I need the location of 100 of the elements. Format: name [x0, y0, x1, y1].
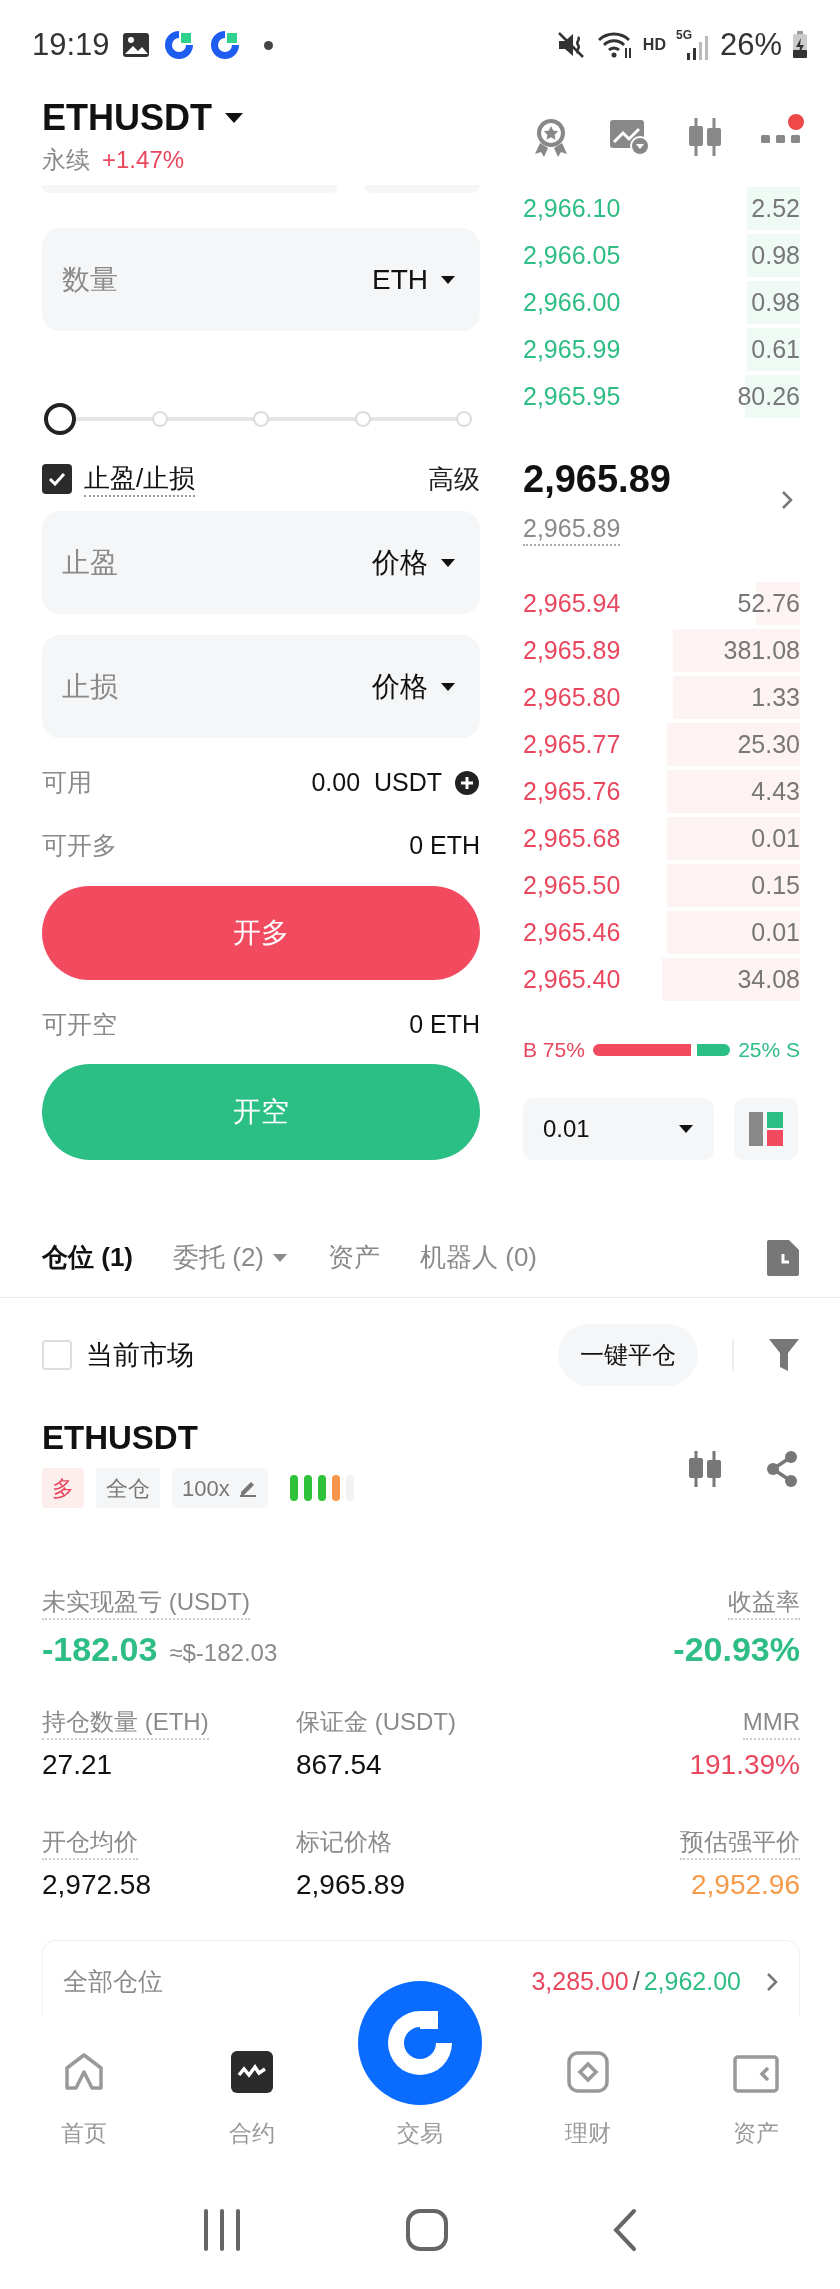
order-book-row[interactable]: 2,965.94 52.76 — [523, 580, 800, 627]
stat-label: MMR — [742, 1706, 800, 1740]
filter-icon[interactable] — [768, 1337, 800, 1373]
advanced-link[interactable]: 高级 — [428, 459, 480, 499]
approx-value: ≈$-182.03 — [169, 1638, 278, 1668]
caret-icon — [678, 1124, 694, 1134]
quantity-text: 0.01 — [751, 916, 800, 948]
recent-apps-icon[interactable] — [201, 2208, 242, 2251]
quantity-text: 0.98 — [751, 286, 800, 318]
order-book-row[interactable]: 2,966.00 0.98 — [523, 279, 800, 326]
sell-ratio-label: 25% S — [738, 1037, 800, 1064]
slider-step — [456, 411, 472, 427]
order-book-row[interactable]: 2,965.89 381.08 — [523, 627, 800, 674]
position-tab[interactable]: 仓位 (1) — [42, 1238, 133, 1277]
order-book-row[interactable]: 2,965.80 1.33 — [523, 674, 800, 721]
pulse-chart-icon — [230, 2049, 274, 2094]
order-book-row[interactable]: 2,965.46 0.01 — [523, 909, 800, 956]
precision-dropdown[interactable]: 0.01 — [523, 1098, 714, 1160]
price-change: +1.47% — [102, 145, 185, 175]
order-book-row[interactable]: 2,965.77 25.30 — [523, 721, 800, 768]
leverage-button[interactable]: 100x — [172, 1468, 268, 1508]
input-field[interactable]: 止损 价格 — [42, 635, 480, 738]
quantity-text: 1.33 — [751, 681, 800, 713]
order-book-row[interactable]: 2,965.99 0.61 — [523, 326, 800, 373]
candlestick-icon[interactable] — [686, 1450, 724, 1488]
symbol-selector[interactable]: ETHUSDT — [42, 96, 244, 140]
quantity-text: 0.98 — [751, 239, 800, 271]
caret-icon — [440, 557, 456, 568]
stat-value: 191.39% — [689, 1748, 800, 1782]
open-short-button[interactable]: 开空 — [42, 1064, 480, 1160]
order-book-row[interactable]: 2,965.68 0.01 — [523, 815, 800, 862]
price-text: 2,965.76 — [523, 775, 621, 807]
stat-value: 2,965.89 — [296, 1868, 405, 1902]
candlestick-icon[interactable] — [686, 116, 724, 158]
nav-tab[interactable]: 合约 — [168, 2015, 336, 2170]
home-button-icon[interactable] — [405, 2207, 449, 2252]
close-all-button[interactable]: 一键平仓 — [558, 1324, 698, 1386]
price-text: 2,966.10 — [523, 192, 621, 224]
checkbox[interactable] — [42, 1340, 72, 1370]
input-field[interactable]: 止盈 价格 — [42, 511, 480, 614]
caret-icon — [440, 274, 456, 285]
quantity-text: 0.61 — [751, 333, 800, 365]
add-icon[interactable] — [454, 770, 480, 796]
price-text: 2,965.68 — [523, 822, 621, 854]
margin-mode-tag: 全仓 — [96, 1468, 160, 1508]
contract-type: 永续 — [42, 145, 90, 175]
position-tab[interactable]: 机器人 (0) — [420, 1238, 537, 1277]
wallet-icon — [732, 2053, 780, 2094]
back-icon[interactable] — [612, 2207, 639, 2252]
order-book-row[interactable]: 2,966.05 0.98 — [523, 232, 800, 279]
more-icon — [760, 134, 802, 144]
caret-icon — [440, 681, 456, 692]
price-text: 2,965.94 — [523, 587, 621, 619]
order-book-row[interactable]: 2,965.50 0.15 — [523, 862, 800, 909]
wifi-icon — [596, 30, 633, 60]
stat-label: 预估强平价 — [680, 1826, 800, 1860]
slider-step — [354, 411, 371, 427]
stat-label: 保证金 (USDT) — [296, 1707, 456, 1737]
input-field[interactable]: 数量 ETH — [42, 228, 480, 331]
info-label: 可用 — [42, 767, 92, 799]
slider-step — [253, 411, 269, 427]
quantity-text: 0.15 — [751, 869, 800, 901]
tpsl-label[interactable]: 止盈/止损 — [84, 461, 196, 497]
unit-selector[interactable]: 价格 — [372, 541, 460, 584]
price-text: 2,965.80 — [523, 681, 621, 713]
nav-tab[interactable]: 理财 — [504, 2015, 672, 2170]
quantity-text: 25.30 — [737, 728, 800, 760]
open-long-button[interactable]: 开多 — [42, 886, 480, 980]
order-book-row[interactable]: 2,965.95 80.26 — [523, 373, 800, 420]
nav-tab[interactable]: 资产 — [672, 2015, 840, 2170]
slider-thumb[interactable] — [44, 403, 76, 435]
stat-label: 未实现盈亏 (USDT) — [42, 1586, 250, 1620]
chart-image-icon[interactable] — [608, 117, 650, 157]
order-book-row[interactable]: 2,965.40 34.08 — [523, 956, 800, 1003]
quantity-text: 4.43 — [751, 775, 800, 807]
position-tab[interactable]: 资产 — [328, 1238, 380, 1277]
stat-label: 收益率 — [728, 1586, 800, 1620]
mark-price: 2,965.89 — [523, 512, 621, 546]
order-book-row[interactable]: 2,966.10 2.52 — [523, 185, 800, 232]
diamond-square-icon — [566, 2049, 610, 2094]
quantity-text: 52.76 — [737, 587, 800, 619]
history-document-icon[interactable] — [766, 1238, 800, 1277]
nav-tab[interactable]: 首页 — [0, 2015, 168, 2170]
current-market-label: 当前市场 — [86, 1338, 194, 1372]
unit-selector[interactable]: ETH — [372, 258, 460, 301]
checkbox[interactable] — [42, 464, 72, 494]
stat-value: 2,972.58 — [42, 1868, 151, 1902]
position-tab[interactable]: 委托 (2) — [173, 1238, 288, 1277]
quantity-text: 80.26 — [737, 380, 800, 412]
share-icon[interactable] — [764, 1450, 800, 1488]
stat-value: 2,952.96 — [691, 1868, 800, 1902]
quantity-text: 0.01 — [751, 822, 800, 854]
layout-button[interactable] — [734, 1098, 798, 1160]
price-text: 2,965.40 — [523, 963, 621, 995]
info-value: 0.00 USDT — [311, 767, 442, 799]
order-book-row[interactable]: 2,965.76 4.43 — [523, 768, 800, 815]
unit-selector[interactable]: 价格 — [372, 665, 460, 708]
caret-icon — [224, 112, 244, 124]
chevron-right-icon[interactable] — [780, 489, 794, 511]
price-text: 2,965.95 — [523, 380, 621, 412]
